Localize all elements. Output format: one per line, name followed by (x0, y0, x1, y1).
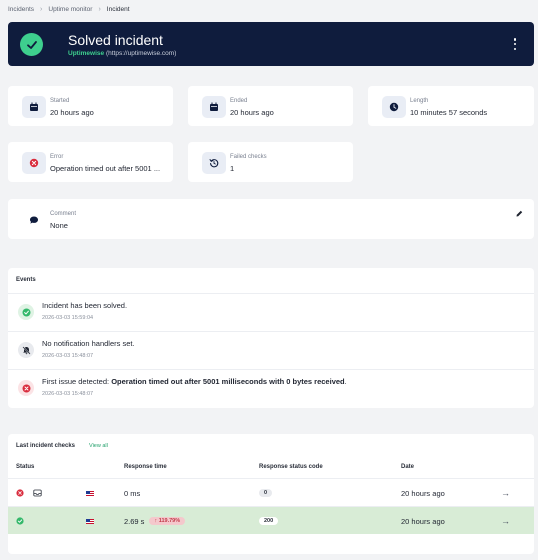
monitor-subtitle: Uptimewise (https://uptimewise.com) (68, 50, 176, 57)
checks-card: Last incident checks View all Status Res… (8, 434, 534, 554)
started-label: Started (50, 98, 70, 104)
calendar-icon (202, 96, 226, 118)
length-value: 10 minutes 57 seconds (410, 108, 488, 117)
monitor-name[interactable]: Uptimewise (68, 50, 104, 57)
error-card: Error Operation timed out after 5001 ... (8, 142, 173, 182)
check-date: 20 hours ago (401, 516, 445, 526)
started-value: 20 hours ago (50, 108, 94, 117)
comment-value: None (50, 221, 68, 230)
failed-checks-value: 1 (230, 164, 235, 173)
response-time: 2.69 s (124, 516, 145, 526)
response-time: 0 ms (124, 488, 141, 498)
history-icon (202, 152, 226, 174)
change-badge: ↑ 119.79% (149, 517, 186, 525)
comment-label: Comment (50, 211, 77, 217)
check-date: 20 hours ago (401, 488, 445, 498)
error-icon (18, 380, 34, 396)
event-message: No notification handlers set. (42, 339, 135, 348)
edit-icon[interactable] (515, 209, 524, 220)
error-value: Operation timed out after 5001 ... (50, 164, 161, 173)
arrow-right-icon[interactable]: → (501, 507, 510, 535)
column-header: Response status code (259, 464, 323, 470)
length-card: Length 10 minutes 57 seconds (368, 86, 534, 126)
page-title: Solved incident (68, 32, 163, 48)
error-icon (16, 479, 24, 507)
event-item: Incident has been solved. 2026-03-03 15:… (8, 293, 534, 331)
chat-icon (22, 209, 46, 231)
event-item: First issue detected: Operation timed ou… (8, 369, 534, 407)
breadcrumb: Incidents › Uptime monitor › Incident (8, 6, 130, 13)
monitor-url: (https://uptimewise.com) (105, 50, 177, 57)
events-card: Events Incident has been solved. 2026-03… (8, 268, 534, 408)
breadcrumb-uptime-monitor[interactable]: Uptime monitor (48, 6, 92, 13)
failed-checks-card: Failed checks 1 (188, 142, 353, 182)
checks-title: Last incident checks (16, 443, 76, 449)
ended-value: 20 hours ago (230, 108, 274, 117)
table-row[interactable]: 0 ms 0 20 hours ago → (8, 478, 534, 506)
comment-card: Comment None (8, 199, 534, 239)
event-timestamp: 2026-03-03 15:48:07 (42, 391, 94, 397)
calendar-icon (22, 96, 46, 118)
event-timestamp: 2026-03-03 15:48:07 (42, 353, 94, 359)
events-title: Events (16, 277, 36, 283)
more-options-icon[interactable] (512, 38, 518, 50)
view-all-link[interactable]: View all (89, 443, 108, 449)
status-code-badge: 200 (259, 517, 279, 525)
event-timestamp: 2026-03-03 15:59:04 (42, 315, 94, 321)
us-flag-icon (86, 507, 94, 535)
table-row[interactable]: 2.69 s ↑ 119.79% 200 20 hours ago → (8, 506, 534, 534)
check-icon (16, 507, 24, 535)
check-icon (18, 304, 34, 320)
check-icon (20, 33, 43, 56)
us-flag-icon (86, 479, 94, 507)
breadcrumb-incident: Incident (106, 6, 130, 13)
length-label: Length (410, 98, 429, 104)
column-header: Response time (124, 464, 167, 470)
ended-label: Ended (230, 98, 248, 104)
incident-header: Solved incident Uptimewise (https://upti… (8, 22, 534, 66)
clock-icon (382, 96, 406, 118)
started-card: Started 20 hours ago (8, 86, 173, 126)
arrow-right-icon[interactable]: → (501, 479, 510, 507)
chevron-right-icon: › (98, 6, 101, 13)
bell-off-icon (18, 342, 34, 358)
inbox-icon (33, 479, 42, 507)
breadcrumb-incidents[interactable]: Incidents (8, 6, 34, 13)
event-message: First issue detected: Operation timed ou… (42, 377, 347, 386)
event-message: Incident has been solved. (42, 301, 128, 310)
event-error-detail: Operation timed out after 5001 milliseco… (111, 377, 345, 386)
error-label: Error (50, 154, 64, 160)
event-item: No notification handlers set. 2026-03-03… (8, 331, 534, 369)
ended-card: Ended 20 hours ago (188, 86, 353, 126)
column-header: Status (16, 464, 35, 470)
failed-checks-label: Failed checks (230, 154, 267, 160)
error-icon (22, 152, 46, 174)
status-code-badge: 0 (259, 489, 273, 497)
column-header: Date (401, 464, 415, 470)
chevron-right-icon: › (40, 6, 43, 13)
